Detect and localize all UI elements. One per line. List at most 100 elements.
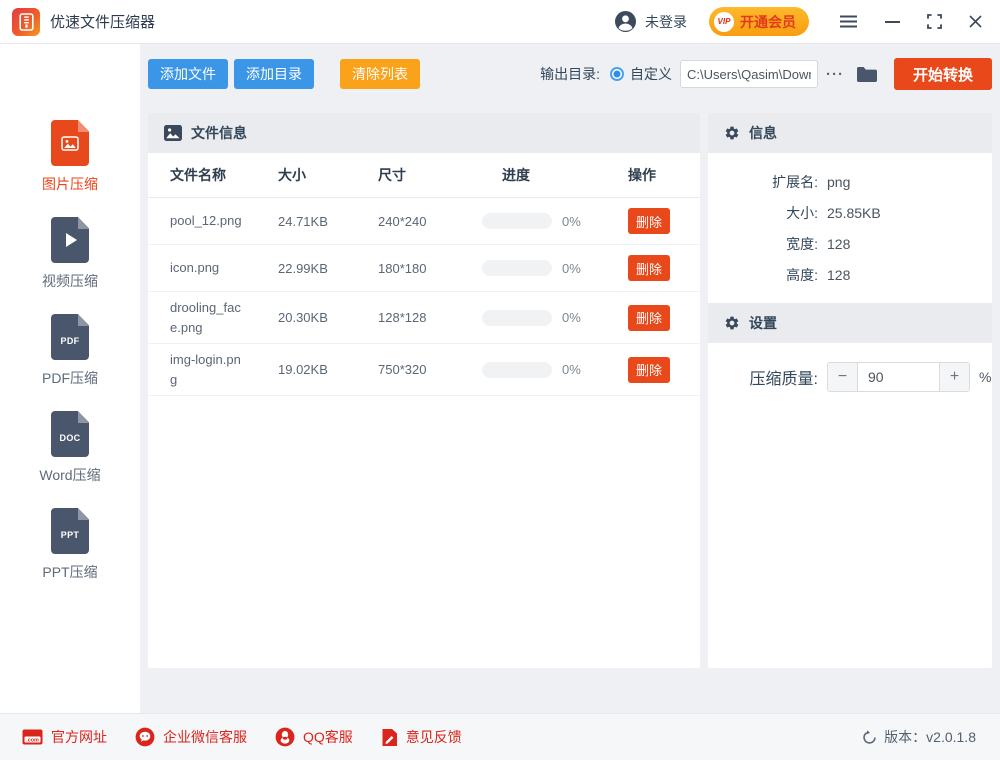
delete-button[interactable]: 删除 xyxy=(628,208,670,234)
sidebar-item-label: 图片压缩 xyxy=(42,174,98,194)
info-header: 信息 xyxy=(708,113,992,153)
height-value: 128 xyxy=(827,267,850,283)
table-row: pool_12.png 24.71KB 240*240 0% 删除 xyxy=(148,198,700,245)
sidebar-item-image-compress[interactable]: 图片压缩 xyxy=(0,120,140,194)
delete-button[interactable]: 删除 xyxy=(628,255,670,281)
ppt-file-icon: PPT xyxy=(51,508,89,554)
settings-body: 压缩质量: − + % xyxy=(708,343,992,392)
sidebar: 图片压缩 视频压缩 PDF PDF压缩 DOC Word压缩 PPT PPT压缩 xyxy=(0,44,140,713)
file-info-panel: 文件信息 文件名称 大小 尺寸 进度 操作 pool_12.png 24.71K… xyxy=(148,113,700,668)
gear-icon xyxy=(724,315,740,331)
sidebar-item-video-compress[interactable]: 视频压缩 xyxy=(0,217,140,291)
file-name: pool_12.png xyxy=(170,211,248,231)
user-account-button[interactable]: 未登录 xyxy=(614,10,687,33)
panels: 文件信息 文件名称 大小 尺寸 进度 操作 pool_12.png 24.71K… xyxy=(148,113,992,668)
sidebar-item-label: 视频压缩 xyxy=(42,271,98,291)
quality-decrease-button[interactable]: − xyxy=(828,363,858,391)
word-file-icon: DOC xyxy=(51,411,89,457)
app-window: 优速文件压缩器 未登录 VIP 开通会员 xyxy=(0,0,1000,760)
settings-header: 设置 xyxy=(708,303,992,343)
official-website-link[interactable]: .com 官方网址 xyxy=(22,727,107,747)
version-info: 版本：v2.0.1.8 xyxy=(862,727,976,747)
file-size: 19.02KB xyxy=(278,362,378,377)
close-button[interactable] xyxy=(969,15,982,28)
version-text: 版本：v2.0.1.8 xyxy=(884,727,976,747)
progress-bar xyxy=(482,260,552,276)
progress-percent: 0% xyxy=(562,310,581,325)
add-file-button[interactable]: 添加文件 xyxy=(148,59,228,89)
main-area: 图片压缩 视频压缩 PDF PDF压缩 DOC Word压缩 PPT PPT压缩 xyxy=(0,44,1000,713)
ext-label: 扩展名: xyxy=(708,172,818,192)
ext-value: png xyxy=(827,174,850,190)
col-size: 大小 xyxy=(278,165,378,185)
quality-input[interactable] xyxy=(858,363,939,391)
qq-support-label: QQ客服 xyxy=(303,727,353,747)
table-header: 文件名称 大小 尺寸 进度 操作 xyxy=(148,153,700,198)
official-website-label: 官方网址 xyxy=(51,727,107,747)
delete-button[interactable]: 删除 xyxy=(628,305,670,331)
hamburger-icon xyxy=(839,15,858,28)
custom-radio[interactable] xyxy=(610,67,624,81)
feedback-icon xyxy=(381,728,398,747)
video-file-icon xyxy=(51,217,89,263)
start-convert-button[interactable]: 开始转换 xyxy=(894,58,992,90)
pdf-file-icon: PDF xyxy=(51,314,89,360)
table-row: icon.png 22.99KB 180*180 0% 删除 xyxy=(148,245,700,292)
minimize-button[interactable] xyxy=(885,20,900,24)
size-value: 25.85KB xyxy=(827,205,881,221)
quality-increase-button[interactable]: + xyxy=(939,363,969,391)
open-vip-button[interactable]: VIP 开通会员 xyxy=(709,7,809,36)
app-title: 优速文件压缩器 xyxy=(50,11,155,32)
col-file-name: 文件名称 xyxy=(170,165,278,185)
menu-button[interactable] xyxy=(839,15,858,28)
progress-bar xyxy=(482,213,552,229)
browse-more-button[interactable]: ··· xyxy=(826,66,844,83)
vip-icon: VIP xyxy=(714,12,734,32)
sidebar-item-label: PPT压缩 xyxy=(42,562,97,582)
image-file-icon xyxy=(51,120,89,166)
progress-percent: 0% xyxy=(562,214,581,229)
sidebar-item-word-compress[interactable]: DOC Word压缩 xyxy=(0,411,140,485)
wechat-icon xyxy=(135,727,155,747)
file-dimensions: 750*320 xyxy=(378,362,482,377)
qq-support-link[interactable]: QQ客服 xyxy=(275,727,353,747)
feedback-link[interactable]: 意见反馈 xyxy=(381,727,462,747)
vip-button-label: 开通会员 xyxy=(740,12,796,32)
info-fields: 扩展名:png 大小:25.85KB 宽度:128 高度:128 xyxy=(708,153,992,303)
file-name: img-login.png xyxy=(170,350,248,389)
folder-icon xyxy=(856,66,878,83)
titlebar: 优速文件压缩器 未登录 VIP 开通会员 xyxy=(0,0,1000,44)
height-label: 高度: xyxy=(708,265,818,285)
file-info-header: 文件信息 xyxy=(148,113,700,153)
clear-list-button[interactable]: 清除列表 xyxy=(340,59,420,89)
custom-radio-label: 自定义 xyxy=(630,64,672,84)
maximize-button[interactable] xyxy=(927,14,942,29)
file-size: 24.71KB xyxy=(278,214,378,229)
wechat-support-link[interactable]: 企业微信客服 xyxy=(135,727,247,747)
minimize-icon xyxy=(885,20,900,24)
website-icon: .com xyxy=(22,728,43,746)
output-path-input[interactable] xyxy=(680,60,818,88)
file-name: icon.png xyxy=(170,258,248,278)
gear-icon xyxy=(724,125,740,141)
feedback-label: 意见反馈 xyxy=(406,727,462,747)
quality-stepper: − + xyxy=(827,362,970,392)
size-label: 大小: xyxy=(708,203,818,223)
width-value: 128 xyxy=(827,236,850,252)
open-folder-button[interactable] xyxy=(856,66,878,83)
maximize-icon xyxy=(927,14,942,29)
toolbar: 添加文件 添加目录 清除列表 输出目录: 自定义 ··· 开始转换 xyxy=(148,58,992,90)
delete-button[interactable]: 删除 xyxy=(628,357,670,383)
file-dimensions: 240*240 xyxy=(378,214,482,229)
update-icon xyxy=(862,730,877,745)
sidebar-item-pdf-compress[interactable]: PDF PDF压缩 xyxy=(0,314,140,388)
percent-unit-label: % xyxy=(979,369,991,385)
quality-label: 压缩质量: xyxy=(708,365,818,389)
file-dimensions: 128*128 xyxy=(378,310,482,325)
add-directory-button[interactable]: 添加目录 xyxy=(234,59,314,89)
sidebar-item-ppt-compress[interactable]: PPT PPT压缩 xyxy=(0,508,140,582)
close-icon xyxy=(969,15,982,28)
content-area: 添加文件 添加目录 清除列表 输出目录: 自定义 ··· 开始转换 xyxy=(140,44,1000,713)
qq-icon xyxy=(275,727,295,747)
file-name: drooling_face.png xyxy=(170,298,248,337)
